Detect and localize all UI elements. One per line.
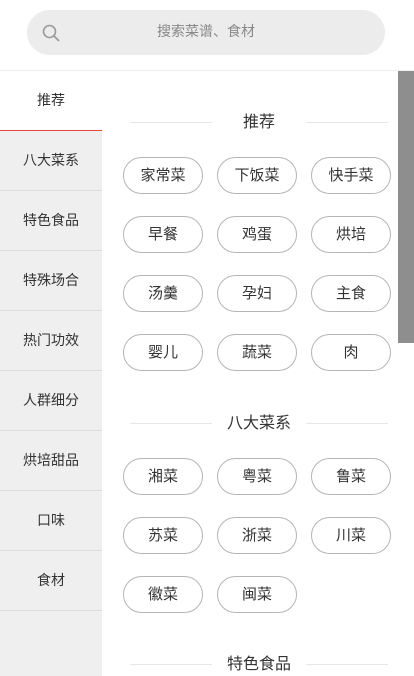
category-sidebar: 推荐 八大菜系 特色食品 特殊场合 热门功效 人群细分 烘培甜品 口味 食材 — [0, 71, 102, 676]
title-line-right — [306, 423, 388, 424]
section-title-text: 特色食品 — [226, 654, 291, 673]
sidebar-item-popular-effects[interactable]: 热门功效 — [0, 311, 102, 371]
sidebar-item-recommend[interactable]: 推荐 — [0, 71, 102, 131]
section-title-eight-cuisines: 八大菜系 — [130, 413, 388, 433]
tag-button[interactable]: 徽菜 — [123, 576, 203, 613]
tag-button[interactable]: 婴儿 — [123, 334, 203, 371]
title-line-right — [306, 664, 388, 665]
tag-button[interactable]: 肉 — [311, 334, 391, 371]
tag-button[interactable]: 家常菜 — [123, 157, 203, 194]
section-title-specialty-food: 特色食品 — [130, 654, 388, 674]
sidebar-item-audience[interactable]: 人群细分 — [0, 371, 102, 431]
sidebar-item-flavor[interactable]: 口味 — [0, 491, 102, 551]
tag-button[interactable]: 主食 — [311, 275, 391, 312]
tag-button[interactable]: 浙菜 — [217, 517, 297, 554]
sidebar-item-special-occasions[interactable]: 特殊场合 — [0, 251, 102, 311]
page: 搜索菜谱、食材 推荐 八大菜系 特色食品 特殊场合 热门功效 人群细分 烘培甜品… — [0, 0, 414, 676]
tag-button[interactable]: 蔬菜 — [217, 334, 297, 371]
tag-button[interactable]: 早餐 — [123, 216, 203, 253]
tag-button[interactable]: 川菜 — [311, 517, 391, 554]
tag-button[interactable]: 鲁菜 — [311, 458, 391, 495]
tag-button[interactable]: 下饭菜 — [217, 157, 297, 194]
tag-button[interactable]: 快手菜 — [311, 157, 391, 194]
sidebar-item-ingredients[interactable]: 食材 — [0, 551, 102, 611]
tag-button[interactable]: 闽菜 — [217, 576, 297, 613]
tag-button[interactable]: 鸡蛋 — [217, 216, 297, 253]
section-title-recommend: 推荐 — [130, 112, 388, 132]
section-title-text: 推荐 — [242, 112, 275, 131]
sidebar-item-specialty-food[interactable]: 特色食品 — [0, 191, 102, 251]
tag-button[interactable]: 粤菜 — [217, 458, 297, 495]
title-line-right — [306, 122, 388, 123]
sidebar-item-baking-desserts[interactable]: 烘培甜品 — [0, 431, 102, 491]
scrollbar-thumb[interactable] — [398, 71, 414, 343]
tag-button[interactable]: 湘菜 — [123, 458, 203, 495]
title-line-left — [130, 122, 212, 123]
tag-button[interactable]: 苏菜 — [123, 517, 203, 554]
sidebar-item-eight-cuisines[interactable]: 八大菜系 — [0, 131, 102, 191]
tag-button[interactable]: 烘培 — [311, 216, 391, 253]
title-line-left — [130, 664, 212, 665]
category-content: 推荐 家常菜 下饭菜 快手菜 早餐 鸡蛋 烘培 汤羹 孕妇 主食 婴儿 蔬菜 肉… — [102, 71, 398, 676]
tag-button[interactable]: 孕妇 — [217, 275, 297, 312]
title-line-left — [130, 423, 212, 424]
section-title-text: 八大菜系 — [226, 413, 291, 432]
tag-button[interactable]: 汤羹 — [123, 275, 203, 312]
search-header: 搜索菜谱、食材 — [0, 0, 414, 70]
search-input[interactable]: 搜索菜谱、食材 — [27, 10, 385, 55]
search-placeholder: 搜索菜谱、食材 — [157, 24, 255, 40]
